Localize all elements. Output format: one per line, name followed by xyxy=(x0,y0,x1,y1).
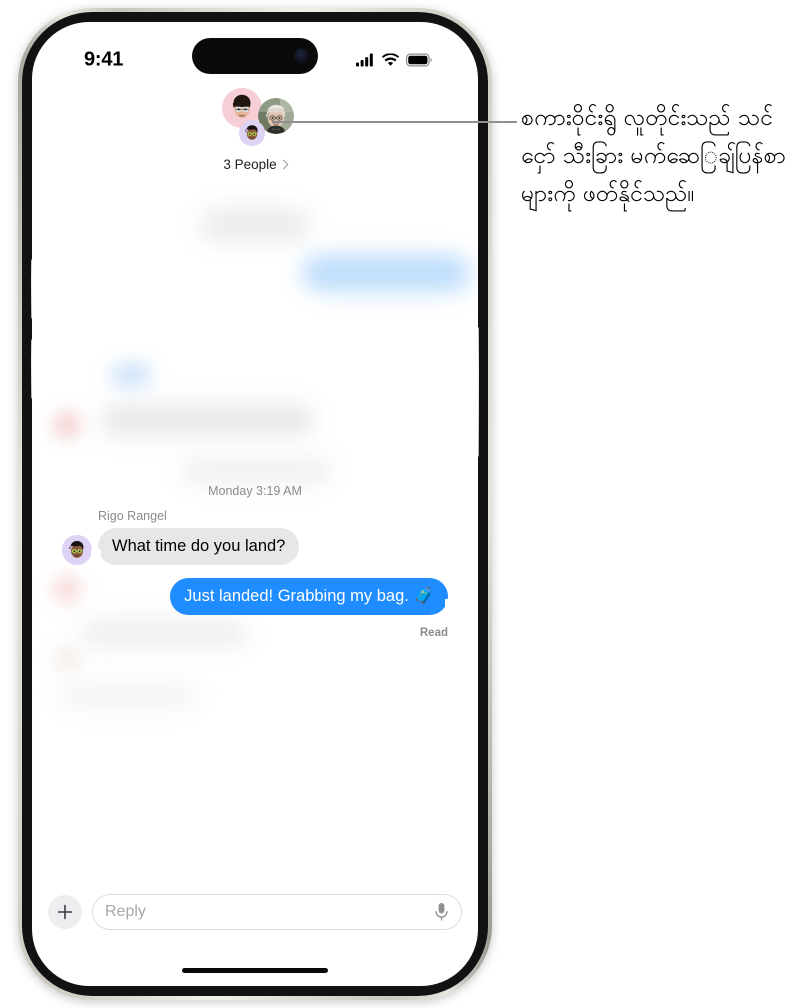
wifi-icon xyxy=(382,53,399,66)
group-participants-label: 3 People xyxy=(223,157,277,172)
message-input-bar[interactable]: Reply xyxy=(32,890,478,934)
obscured-message-bubble xyxy=(100,404,314,436)
screenshot-root: 9:41 3 People Monday 3:19 AM Rigo Rangel… xyxy=(0,0,809,1008)
message-row-outgoing[interactable]: Just landed! Grabbing my bag. 🧳 xyxy=(170,578,455,615)
obscured-message-bubble xyxy=(200,208,310,242)
home-indicator[interactable] xyxy=(182,968,328,973)
iphone-device-frame: 9:41 3 People Monday 3:19 AM Rigo Rangel… xyxy=(18,8,492,1000)
memoji-avatar-lavender[interactable] xyxy=(62,535,92,565)
status-bar-indicators xyxy=(356,53,432,67)
obscured-message-bubble xyxy=(80,618,248,648)
group-chat-header[interactable]: 3 People xyxy=(32,88,478,172)
group-participants-button[interactable]: 3 People xyxy=(223,157,289,172)
callout-leader-line xyxy=(272,121,517,123)
microphone-icon[interactable] xyxy=(434,902,449,922)
obscured-avatar xyxy=(54,412,80,438)
message-row-incoming[interactable]: What time do you land? xyxy=(62,528,300,565)
memoji-avatar-lavender[interactable] xyxy=(239,120,265,146)
add-attachment-button[interactable] xyxy=(48,895,82,929)
dynamic-island xyxy=(192,38,318,74)
obscured-avatar xyxy=(54,576,80,602)
obscured-message-bubble xyxy=(58,682,198,708)
cellular-bars-icon xyxy=(356,53,373,67)
reply-placeholder: Reply xyxy=(105,903,146,920)
plus-icon xyxy=(57,904,73,920)
obscured-message-bubble xyxy=(182,458,332,484)
front-camera-icon xyxy=(294,48,309,64)
battery-full-icon xyxy=(406,53,432,67)
chevron-right-icon xyxy=(278,159,289,169)
callout-annotation-text: စကားဝိုင်းရွိ လူတိုင်းသည် သင်ငှော် သီးခြ… xyxy=(521,105,786,207)
status-bar: 9:41 xyxy=(32,22,478,84)
reply-input[interactable]: Reply xyxy=(92,894,462,930)
conversation-timestamp: Monday 3:19 AM xyxy=(208,484,302,498)
message-sender-name: Rigo Rangel xyxy=(98,509,167,523)
device-screen: 9:41 3 People Monday 3:19 AM Rigo Rangel… xyxy=(32,22,478,986)
obscured-avatar xyxy=(54,646,80,672)
status-bar-time: 9:41 xyxy=(84,48,124,71)
message-bubble-incoming[interactable]: What time do you land? xyxy=(90,528,300,565)
obscured-message-bubble xyxy=(110,362,152,388)
message-list[interactable]: Monday 3:19 AM Rigo Rangel What time do … xyxy=(32,172,478,890)
message-bubble-outgoing[interactable]: Just landed! Grabbing my bag. 🧳 xyxy=(170,578,455,615)
read-receipt-label: Read xyxy=(419,627,448,639)
obscured-message-bubble xyxy=(302,254,470,292)
